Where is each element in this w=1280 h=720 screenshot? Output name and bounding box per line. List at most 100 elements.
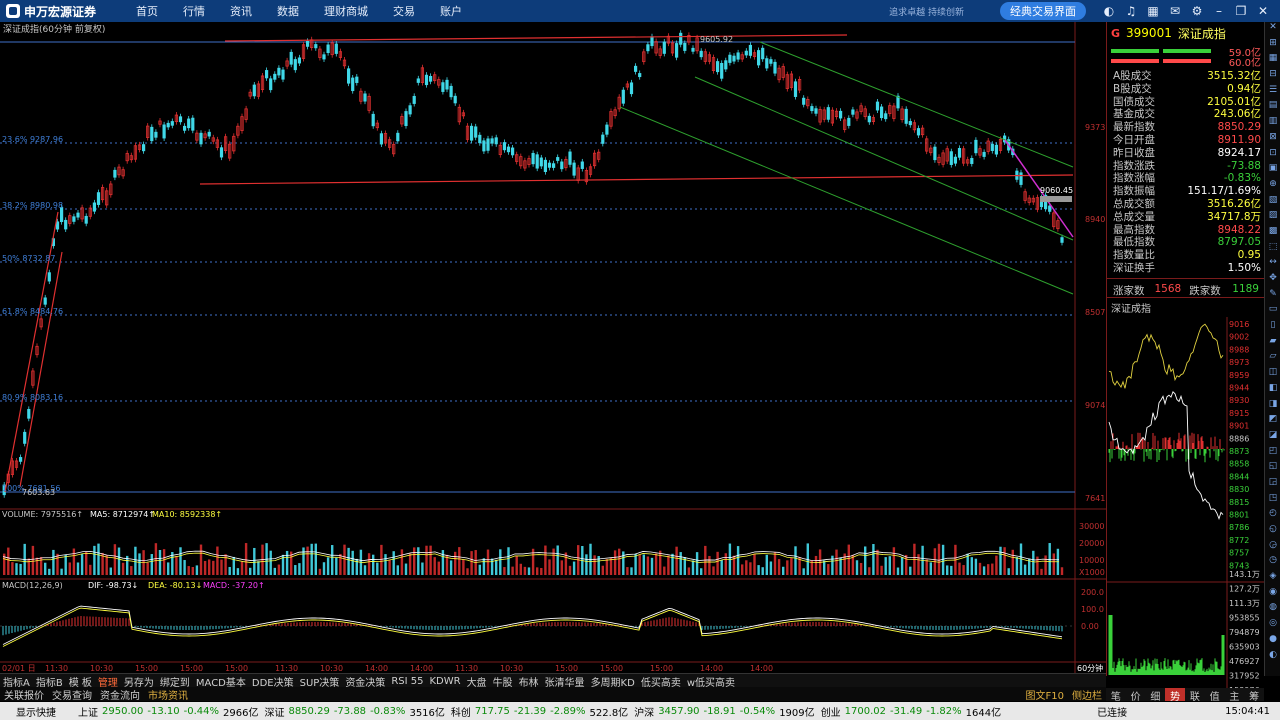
side-tool-icon[interactable]: ◩	[1265, 414, 1280, 430]
stat-row: 最新指数 8850.29	[1107, 121, 1265, 134]
side-tool-icon[interactable]: ▦	[1265, 53, 1280, 69]
mini-tab-0[interactable]: 笔	[1106, 688, 1126, 703]
toolbar-item-11[interactable]: KDWR	[429, 676, 460, 687]
index-name[interactable]: 科创	[451, 704, 471, 719]
info-tab-3[interactable]: 市场资讯	[148, 687, 188, 702]
menu-item-6[interactable]: 账户	[440, 3, 462, 19]
side-tool-icon[interactable]: ⊠	[1265, 132, 1280, 148]
menu-item-5[interactable]: 交易	[393, 3, 415, 19]
side-tool-icon[interactable]: ▯	[1265, 320, 1280, 336]
kline-chart[interactable]: 深证成指(60分钟 前复权) 23.6% 9287.96 38.2% 8980.9…	[0, 22, 1106, 676]
sidebar-tab[interactable]: 侧边栏	[1072, 687, 1102, 702]
side-tool-icon[interactable]: ▥	[1265, 116, 1280, 132]
classic-trade-button[interactable]: 经典交易界面	[1000, 2, 1086, 20]
side-tool-icon[interactable]: ◐	[1265, 650, 1280, 666]
period-label[interactable]: 60分钟	[1077, 663, 1103, 673]
side-tool-icon[interactable]: ◲	[1265, 477, 1280, 493]
candle	[412, 95, 416, 104]
code-row[interactable]: G 399001 深证成指	[1107, 22, 1265, 44]
mini-tab-7[interactable]: 筹	[1244, 688, 1264, 703]
gear-icon[interactable]: ⚙	[1186, 4, 1208, 18]
quick-button[interactable]: 显示快捷	[16, 704, 56, 719]
side-tool-icon[interactable]: ✕	[1265, 22, 1280, 38]
index-name[interactable]: 上证	[78, 704, 98, 719]
side-tool-icon[interactable]: ◰	[1265, 446, 1280, 462]
mail-icon[interactable]: ✉	[1164, 4, 1186, 18]
minimize-icon[interactable]: –	[1208, 4, 1230, 18]
mini-tab-3[interactable]: 势	[1165, 688, 1185, 703]
side-tool-icon[interactable]: ▩	[1265, 226, 1280, 242]
side-tool-icon[interactable]: ▭	[1265, 304, 1280, 320]
side-tool-icon[interactable]: ▣	[1265, 163, 1280, 179]
side-tool-icon[interactable]: ⊡	[1265, 148, 1280, 164]
side-tool-icon[interactable]: ◪	[1265, 430, 1280, 446]
volume-bar	[134, 546, 137, 575]
side-tool-icon[interactable]: ◷	[1265, 555, 1280, 571]
side-tool-icon[interactable]: ◈	[1265, 571, 1280, 587]
f10-tab[interactable]: 图文F10	[1026, 687, 1064, 702]
info-tab-1[interactable]: 交易查询	[52, 687, 92, 702]
side-tool-icon[interactable]: ✎	[1265, 289, 1280, 305]
side-tool-icon[interactable]: ◧	[1265, 383, 1280, 399]
side-tool-icon[interactable]: ↔	[1265, 257, 1280, 273]
info-tab-2[interactable]: 资金流向	[100, 687, 140, 702]
side-tool-icon[interactable]: ◵	[1265, 524, 1280, 540]
mini-price-label: 8786	[1229, 523, 1249, 532]
side-tool-icon[interactable]: ⊟	[1265, 69, 1280, 85]
side-tool-icon[interactable]: ✥	[1265, 273, 1280, 289]
side-tool-icon[interactable]: ⬚	[1265, 242, 1280, 258]
menu-item-1[interactable]: 行情	[183, 3, 205, 19]
info-tab-0[interactable]: 关联报价	[4, 687, 44, 702]
side-tool-icon[interactable]: ◉	[1265, 587, 1280, 603]
candle	[96, 192, 101, 205]
index-name[interactable]: 沪深	[634, 704, 654, 719]
menu-item-0[interactable]: 首页	[136, 3, 158, 19]
mini-tab-5[interactable]: 值	[1205, 688, 1225, 703]
mini-tab-6[interactable]: 主	[1225, 688, 1245, 703]
volume-bar	[605, 559, 609, 575]
side-tool-icon[interactable]: ▤	[1265, 100, 1280, 116]
side-tool-icon[interactable]: ▨	[1265, 210, 1280, 226]
close-icon[interactable]: ✕	[1252, 4, 1274, 18]
volume-bar	[974, 558, 978, 575]
index-name[interactable]: 创业	[821, 704, 841, 719]
side-tool-icon[interactable]: ▧	[1265, 195, 1280, 211]
volume-bar	[495, 559, 498, 575]
candle	[629, 82, 634, 95]
theme-icon[interactable]: ◐	[1098, 4, 1120, 18]
index-amount: 2966亿	[223, 707, 259, 719]
mini-tab-4[interactable]: 联	[1185, 688, 1205, 703]
toolbar-item-10[interactable]: RSI 55	[391, 676, 423, 687]
headset-icon[interactable]: ♫	[1120, 4, 1142, 18]
side-tool-icon[interactable]: ◴	[1265, 508, 1280, 524]
index-name[interactable]: 深证	[264, 704, 284, 719]
side-tool-icon[interactable]: ⊞	[1265, 38, 1280, 54]
side-tool-icon[interactable]: ◍	[1265, 602, 1280, 618]
side-tool-icon[interactable]: ◳	[1265, 493, 1280, 509]
candle	[182, 125, 187, 131]
side-tool-icon[interactable]: ⊕	[1265, 179, 1280, 195]
mini-tab-2[interactable]: 细	[1146, 688, 1166, 703]
side-tool-icon[interactable]: ☰	[1265, 85, 1280, 101]
side-tool-icon[interactable]: ◫	[1265, 367, 1280, 383]
menu-item-3[interactable]: 数据	[277, 3, 299, 19]
side-tool-icon[interactable]: ◶	[1265, 540, 1280, 556]
grid-icon[interactable]: ▦	[1142, 4, 1164, 18]
candle	[252, 84, 256, 97]
maximize-icon[interactable]: ❐	[1230, 4, 1252, 18]
side-tool-icon[interactable]: ◨	[1265, 399, 1280, 415]
side-tool-icon[interactable]: ▰	[1265, 336, 1280, 352]
side-tool-icon[interactable]: ●	[1265, 634, 1280, 650]
volume-bar	[203, 560, 207, 575]
kline-chart-area[interactable]: 深证成指(60分钟 前复权) 23.6% 9287.96 38.2% 8980.9…	[0, 22, 1106, 676]
side-tool-icon[interactable]: ◎	[1265, 618, 1280, 634]
volume-bar	[691, 560, 695, 575]
intraday-mini-chart[interactable]: 9016 9002 8988 8973 8959 8944 8930 8915 8901 8886…	[1107, 316, 1265, 699]
side-tool-icon[interactable]: ▱	[1265, 351, 1280, 367]
side-tool-icon[interactable]: ◱	[1265, 461, 1280, 477]
volume-bar	[105, 555, 108, 575]
up-count: 1568	[1154, 282, 1182, 295]
menu-item-4[interactable]: 理财商城	[324, 3, 368, 19]
mini-tab-1[interactable]: 价	[1126, 688, 1146, 703]
menu-item-2[interactable]: 资讯	[230, 3, 252, 19]
